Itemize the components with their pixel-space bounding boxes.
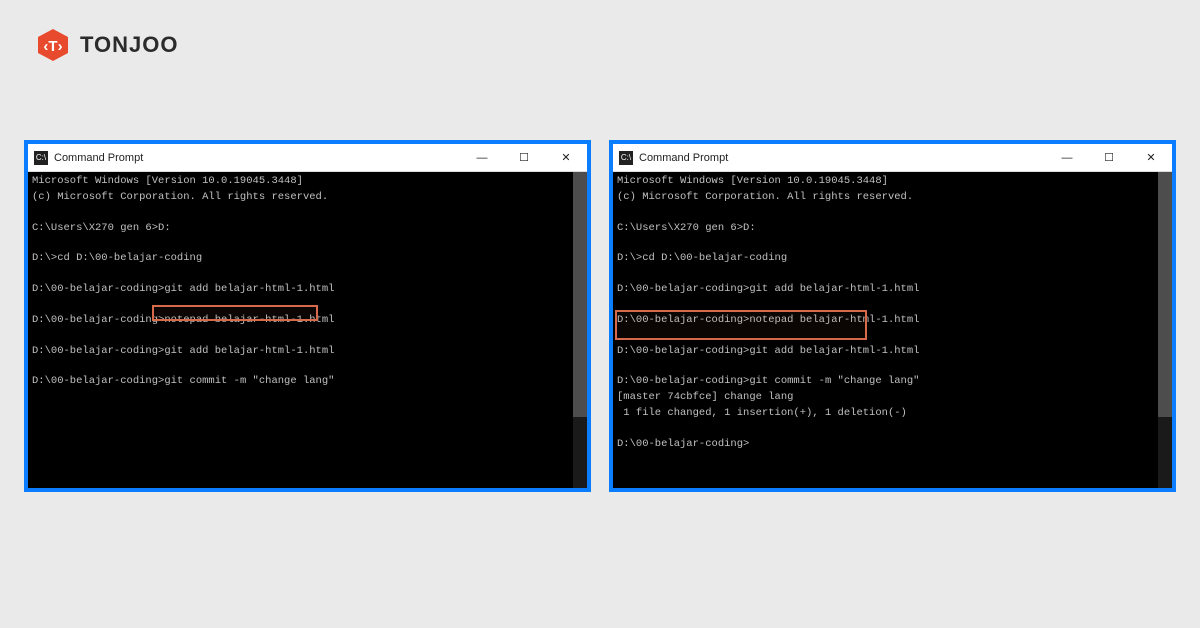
window-controls: — ☐ ✕ <box>461 144 587 172</box>
term-line: D:\00-belajar-coding>notepad belajar-htm… <box>617 313 1168 329</box>
term-line: Microsoft Windows [Version 10.0.19045.34… <box>617 174 1168 190</box>
term-command: git commit -m "change lang" <box>164 375 334 387</box>
term-line: D:\00-belajar-coding>git add belajar-htm… <box>32 344 583 360</box>
term-prompt: D:\00-belajar-coding> <box>617 375 749 387</box>
term-line: D:\>cd D:\00-belajar-coding <box>32 251 583 267</box>
titlebar[interactable]: C:\ Command Prompt — ☐ ✕ <box>613 144 1172 172</box>
term-line: D:\00-belajar-coding>notepad belajar-htm… <box>32 313 583 329</box>
terminal-body[interactable]: Microsoft Windows [Version 10.0.19045.34… <box>613 172 1172 488</box>
term-line: C:\Users\X270 gen 6>D: <box>32 221 583 237</box>
scrollbar[interactable] <box>1158 172 1172 488</box>
term-prompt: D:\00-belajar-coding> <box>617 437 1168 453</box>
window-title: Command Prompt <box>639 152 728 164</box>
logo-hex-icon: ‹T› <box>36 28 70 62</box>
term-line: D:\00-belajar-coding>git add belajar-htm… <box>617 282 1168 298</box>
cmd-icon: C:\ <box>34 151 48 165</box>
cmd-window-right: C:\ Command Prompt — ☐ ✕ Microsoft Windo… <box>609 140 1176 492</box>
window-title: Command Prompt <box>54 152 143 164</box>
cmd-window-left: C:\ Command Prompt — ☐ ✕ Microsoft Windo… <box>24 140 591 492</box>
term-line: C:\Users\X270 gen 6>D: <box>617 221 1168 237</box>
minimize-button[interactable]: — <box>461 144 503 172</box>
titlebar[interactable]: C:\ Command Prompt — ☐ ✕ <box>28 144 587 172</box>
term-command: git commit -m "change lang" <box>749 375 919 387</box>
term-line: D:\00-belajar-coding>git add belajar-htm… <box>32 282 583 298</box>
scrollbar-thumb[interactable] <box>1158 172 1172 417</box>
svg-text:‹T›: ‹T› <box>43 38 62 55</box>
term-output: 1 file changed, 1 insertion(+), 1 deleti… <box>617 406 1168 422</box>
term-line: Microsoft Windows [Version 10.0.19045.34… <box>32 174 583 190</box>
term-output: [master 74cbfce] change lang <box>617 390 1168 406</box>
term-line: D:\00-belajar-coding>git commit -m "chan… <box>617 374 1168 390</box>
cmd-icon: C:\ <box>619 151 633 165</box>
maximize-button[interactable]: ☐ <box>1088 144 1130 172</box>
scrollbar-thumb[interactable] <box>573 172 587 417</box>
term-line: D:\00-belajar-coding>git commit -m "chan… <box>32 374 583 390</box>
windows-container: C:\ Command Prompt — ☐ ✕ Microsoft Windo… <box>24 140 1176 492</box>
window-controls: — ☐ ✕ <box>1046 144 1172 172</box>
terminal-body[interactable]: Microsoft Windows [Version 10.0.19045.34… <box>28 172 587 488</box>
maximize-button[interactable]: ☐ <box>503 144 545 172</box>
term-prompt: D:\00-belajar-coding> <box>32 375 164 387</box>
brand-name: TONJOO <box>80 32 179 58</box>
brand-logo: ‹T› TONJOO <box>36 28 179 62</box>
term-line: (c) Microsoft Corporation. All rights re… <box>617 190 1168 206</box>
term-line: D:\>cd D:\00-belajar-coding <box>617 251 1168 267</box>
scrollbar[interactable] <box>573 172 587 488</box>
term-line: (c) Microsoft Corporation. All rights re… <box>32 190 583 206</box>
close-button[interactable]: ✕ <box>545 144 587 172</box>
minimize-button[interactable]: — <box>1046 144 1088 172</box>
close-button[interactable]: ✕ <box>1130 144 1172 172</box>
term-line: D:\00-belajar-coding>git add belajar-htm… <box>617 344 1168 360</box>
